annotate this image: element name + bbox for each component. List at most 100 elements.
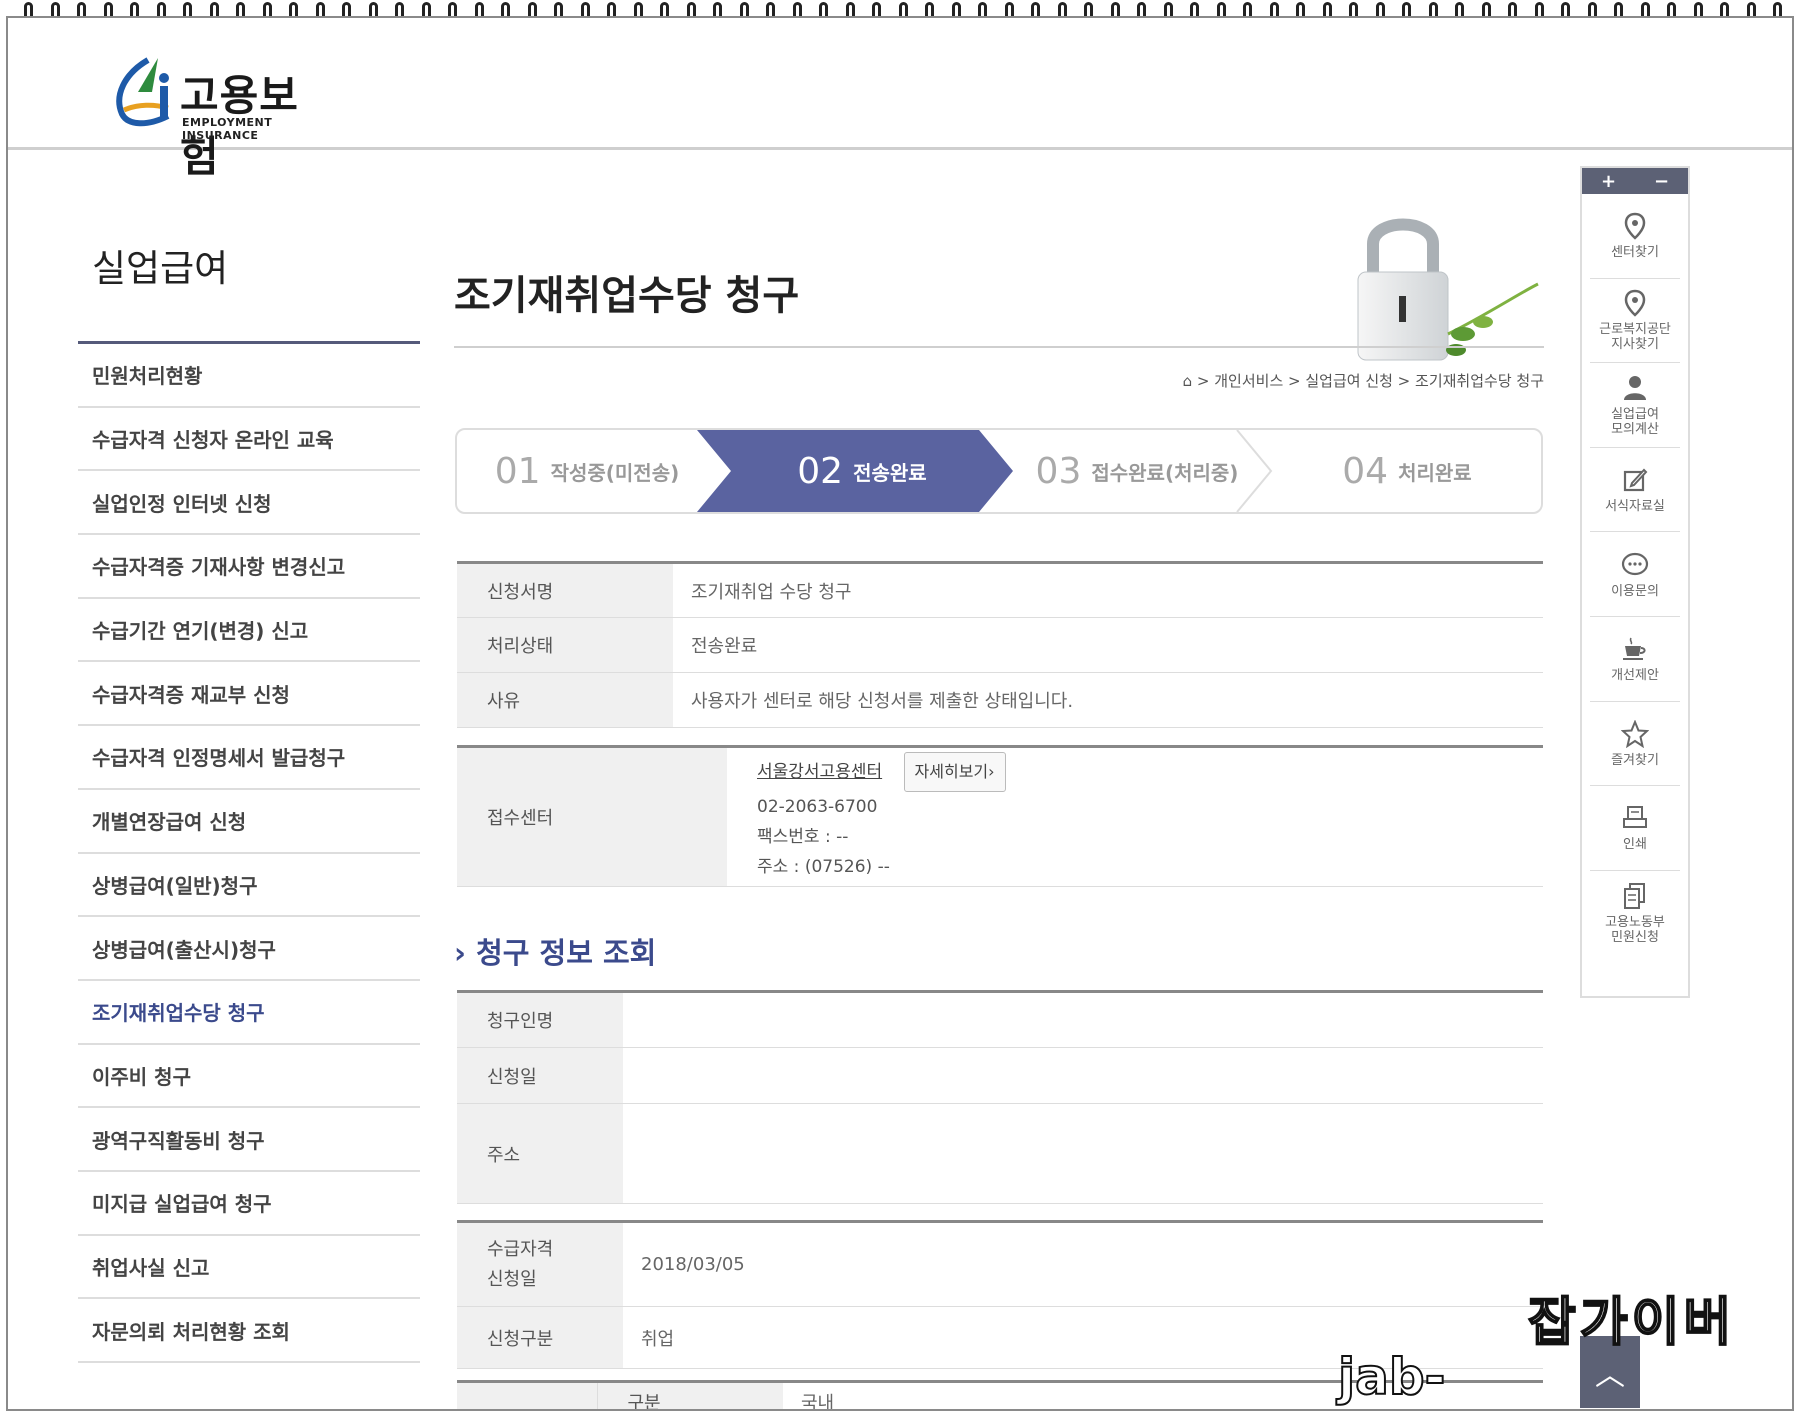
claimant-name-label: 청구인명	[457, 991, 623, 1048]
claim-address-label: 주소	[457, 1103, 623, 1204]
cup-icon	[1620, 634, 1650, 664]
step-03-number: 03	[1035, 450, 1082, 492]
title-divider	[454, 346, 1544, 348]
employment-insurance-logo[interactable]: 고용보험 EMPLOYMENT INSURANCE	[108, 52, 338, 181]
pin-icon	[1620, 211, 1650, 241]
quick-item-label: 실업급여 모의계산	[1611, 406, 1659, 437]
status-label: 처리상태	[457, 617, 673, 673]
form-name-label: 신청서명	[457, 562, 673, 618]
quick-item-label: 센터찾기	[1611, 245, 1659, 261]
chevron-right-icon: ›	[454, 936, 466, 970]
docs-icon	[1620, 881, 1650, 911]
edit-icon	[1620, 465, 1650, 495]
sidebar-item-sickness-maternity[interactable]: 상병급여(출산시)청구	[78, 917, 420, 981]
breadcrumb: ⌂ > 개인서비스 > 실업급여 신청 > 조기재취업수당 청구	[1108, 370, 1544, 391]
lock-icon	[1357, 218, 1539, 361]
sidebar-item-employment-report[interactable]: 취업사실 신고	[78, 1236, 420, 1300]
status-table: 신청서명 조기재취업 수당 청구 처리상태 전송완료 사유 사용자가 센터로 해…	[457, 561, 1543, 728]
chat-icon	[1620, 550, 1650, 580]
quick-item-label: 근로복지공단 지사찾기	[1599, 322, 1671, 353]
center-fax: 팩스번호 : --	[757, 827, 849, 847]
claim-date-label: 신청일	[457, 1047, 623, 1104]
step-04-label: 처리완료	[1398, 460, 1472, 485]
step-01-label: 작성중(미전송)	[550, 460, 680, 485]
sidebar-item-sickness-general[interactable]: 상병급여(일반)청구	[78, 854, 420, 918]
sidebar-title: 실업급여	[78, 238, 420, 344]
claim-date-value	[623, 1047, 1543, 1104]
center-label: 접수센터	[457, 746, 727, 887]
qual-date-value: 2018/03/05	[623, 1221, 1543, 1307]
watermark-url: jab-guyver.co.kr	[1337, 1347, 1687, 1409]
quick-item-ministry-request[interactable]: 고용노동부 민원신청	[1590, 871, 1680, 956]
reason-value: 사용자가 센터로 해당 신청서를 제출한 상태입니다.	[673, 672, 1543, 728]
sidebar-item-consultation-status[interactable]: 자문의뢰 처리현황 조회	[78, 1299, 420, 1363]
quick-item-benefit-calculator[interactable]: 실업급여 모의계산	[1590, 363, 1680, 448]
center-table: 접수센터 서울강서고용센터 자세히보기› 02-2063-6700 팩스번호 :…	[457, 745, 1543, 887]
quick-menu-zoom-bar: + −	[1582, 168, 1688, 194]
qual-date-label: 수급자격 신청일	[457, 1221, 623, 1307]
section-heading-text: 청구 정보 조회	[476, 936, 657, 970]
sidebar-item-online-education[interactable]: 수급자격 신청자 온라인 교육	[78, 408, 420, 472]
section-heading: › 청구 정보 조회	[454, 930, 656, 972]
page-title: 조기재취업수당 청구	[454, 273, 800, 319]
center-address: 주소 : (07526) --	[757, 857, 890, 877]
breadcrumb-path[interactable]: > 개인서비스 > 실업급여 신청 > 조기재취업수당 청구	[1197, 372, 1544, 390]
quick-item-find-branch[interactable]: 근로복지공단 지사찾기	[1590, 279, 1680, 364]
sidebar: 실업급여 민원처리현황 수급자격 신청자 온라인 교육 실업인정 인터넷 신청 …	[78, 238, 420, 1363]
print-icon	[1620, 803, 1650, 833]
sidebar-item-extended-benefit[interactable]: 개별연장급여 신청	[78, 790, 420, 854]
step-02: 02 전송완료	[727, 430, 997, 512]
site-header: 고용보험 EMPLOYMENT INSURANCE	[8, 18, 1792, 181]
zoom-out-button[interactable]: −	[1654, 171, 1669, 192]
step-03-label: 접수완료(처리중)	[1091, 460, 1239, 485]
apply-type-label: 신청구분	[457, 1306, 623, 1369]
quick-item-find-center[interactable]: 센터찾기	[1590, 194, 1680, 279]
quick-item-label: 고용노동부 민원신청	[1605, 915, 1665, 946]
sidebar-item-job-search-expense[interactable]: 광역구직활동비 청구	[78, 1108, 420, 1172]
quick-item-label: 개선제안	[1611, 668, 1659, 684]
home-icon[interactable]: ⌂	[1183, 372, 1193, 390]
quick-item-suggestion[interactable]: 개선제안	[1590, 617, 1680, 702]
step-04-number: 04	[1342, 450, 1389, 492]
logo-text-en: EMPLOYMENT INSURANCE	[182, 116, 273, 142]
quick-item-label: 인쇄	[1623, 837, 1647, 853]
quick-item-bookmark[interactable]: 즐겨찾기	[1590, 702, 1680, 787]
progress-steps: 01 작성중(미전송) 02 전송완료 03 접수완료(처리중) 04 처리완료	[455, 428, 1543, 514]
sidebar-item-certificate-change[interactable]: 수급자격증 기재사항 변경신고	[78, 535, 420, 599]
star-icon	[1620, 719, 1650, 749]
quick-item-label: 즐겨찾기	[1611, 752, 1659, 768]
quick-item-label: 이용문의	[1611, 583, 1659, 599]
sidebar-item-early-reemployment[interactable]: 조기재취업수당 청구	[78, 981, 420, 1045]
claim-address-value	[623, 1103, 1543, 1204]
quick-item-print[interactable]: 인쇄	[1590, 786, 1680, 871]
pin-icon	[1620, 288, 1650, 318]
quick-item-inquiry[interactable]: 이용문의	[1590, 532, 1680, 617]
step-04: 04 처리완료	[1287, 430, 1527, 512]
form-name-value: 조기재취업 수당 청구	[673, 562, 1543, 618]
sidebar-item-period-extension[interactable]: 수급기간 연기(변경) 신고	[78, 599, 420, 663]
sidebar-item-complaint-status[interactable]: 민원처리현황	[78, 344, 420, 408]
qualification-table: 수급자격 신청일 2018/03/05 신청구분 취업	[457, 1220, 1543, 1369]
claim-info-table: 청구인명 신청일 주소	[457, 990, 1543, 1204]
sidebar-item-unpaid-benefit[interactable]: 미지급 실업급여 청구	[78, 1172, 420, 1236]
page-frame: 고용보험 EMPLOYMENT INSURANCE 실업급여 민원처리현황 수급…	[6, 16, 1794, 1411]
step-01-number: 01	[494, 450, 541, 492]
sidebar-item-relocation[interactable]: 이주비 청구	[78, 1045, 420, 1109]
person-icon	[1620, 373, 1650, 403]
sidebar-item-unemployment-recognition[interactable]: 실업인정 인터넷 신청	[78, 471, 420, 536]
step-02-number: 02	[797, 450, 844, 492]
quick-menu: + − 센터찾기 근로복지공단 지사찾기 실업급여 모의계산 서식자료실 이용문…	[1580, 166, 1690, 998]
step-02-label: 전송완료	[853, 460, 927, 485]
logo-mark-icon	[116, 57, 170, 127]
qual-date-label-line1: 수급자격	[487, 1238, 554, 1260]
watermark-korean: 잡가이버	[1527, 1292, 1736, 1354]
zoom-in-button[interactable]: +	[1601, 171, 1616, 192]
center-name-link[interactable]: 서울강서고용센터	[757, 762, 882, 782]
quick-item-forms[interactable]: 서식자료실	[1590, 448, 1680, 533]
qual-date-label-line2: 신청일	[487, 1268, 537, 1290]
center-phone: 02-2063-6700	[757, 797, 878, 817]
sidebar-item-statement-request[interactable]: 수급자격 인정명세서 발급청구	[78, 726, 420, 790]
detail-button[interactable]: 자세히보기›	[903, 752, 1006, 792]
status-value: 전송완료	[673, 617, 1543, 673]
sidebar-item-certificate-reissue[interactable]: 수급자격증 재교부 신청	[78, 662, 420, 727]
